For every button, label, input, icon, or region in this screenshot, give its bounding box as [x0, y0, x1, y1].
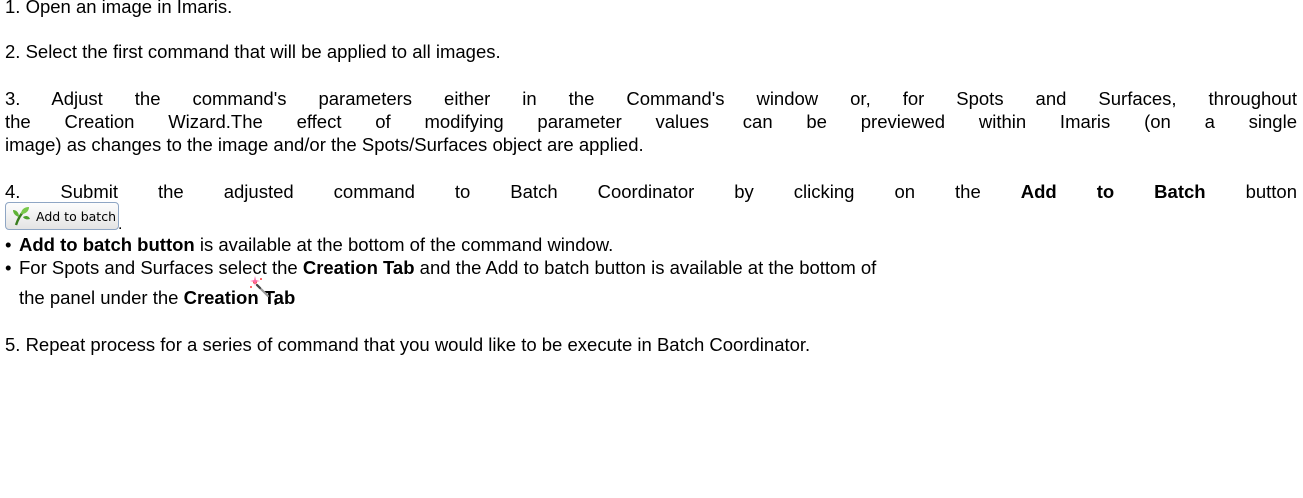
step-4-text: 4. Submit the adjusted command to Batch … — [5, 181, 981, 202]
add-to-batch-label: Add to batch — [36, 208, 116, 224]
step-4-period: . — [118, 216, 123, 233]
bullet-2-line2-pre: the panel under the — [19, 287, 184, 308]
step-5: 5. Repeat process for a series of comman… — [5, 334, 811, 355]
bullet-2-line2-period: . — [273, 288, 279, 309]
plant-sprout-icon — [10, 205, 32, 227]
bullet-1-text: is available at the bottom of the comman… — [194, 234, 614, 255]
bullet-1-bold: Add to batch button — [19, 234, 195, 255]
step-4-bold: Add to Batch — [1020, 181, 1206, 202]
step-4-post: button — [1245, 181, 1298, 202]
bullet-item-2: • For Spots and Surfaces select the Creat… — [5, 257, 876, 279]
step-3-line-2: the Creation Wizard.The effect of modify… — [5, 111, 1297, 132]
bullet-dot: • — [5, 257, 12, 278]
bullet-2-line2-bold: Creation Tab — [183, 287, 296, 308]
magic-wand-icon — [249, 276, 271, 298]
add-to-batch-button[interactable]: Add to batch — [5, 202, 119, 230]
step-3-line-3: image) as changes to the image and/or th… — [5, 134, 644, 155]
bullet-item-1: • Add to batch button is available at the… — [5, 234, 613, 256]
step-4-line-1: 4. Submit the adjusted command to Batch … — [5, 181, 1297, 203]
step-2: 2. Select the first command that will be… — [5, 41, 501, 62]
bullet-2-bold: Creation Tab — [302, 257, 415, 278]
bullet-dot: • — [5, 234, 12, 255]
bullet-2-pre: For Spots and Surfaces select the — [19, 257, 303, 278]
step-3-line-1: 3. Adjust the command's parameters eithe… — [5, 88, 1297, 109]
bullet-2-text: and the Add to batch button is available… — [414, 257, 877, 278]
step-1: 1. Open an image in Imaris. — [5, 0, 233, 17]
